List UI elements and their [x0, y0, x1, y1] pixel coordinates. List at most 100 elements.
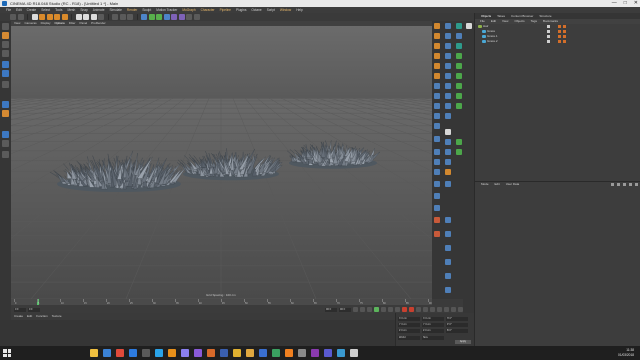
palette-hair-comb-icon[interactable] [456, 73, 462, 79]
next-key-icon[interactable] [388, 307, 393, 312]
palette-rotate-icon[interactable] [456, 33, 462, 39]
folder-icon[interactable] [246, 349, 254, 357]
palette-polygon-pen-icon[interactable] [434, 113, 440, 119]
autokeying-icon[interactable] [409, 307, 414, 312]
palette-smooth-brush-icon[interactable] [434, 193, 440, 199]
palette-select-all-icon[interactable] [434, 123, 440, 129]
palette-autokey-icon[interactable] [434, 231, 440, 237]
go-to-end-icon[interactable] [395, 307, 400, 312]
app-20-icon[interactable] [337, 349, 345, 357]
size-z-field[interactable]: Z 0 cm [422, 329, 444, 333]
tweak-mode-icon[interactable] [2, 110, 9, 117]
settings-icon[interactable] [298, 349, 306, 357]
live-selection-icon[interactable] [31, 14, 38, 20]
windows-start-icon[interactable] [3, 349, 11, 357]
premiere-icon[interactable] [194, 349, 202, 357]
palette-view-icon[interactable] [445, 23, 451, 29]
maximize-button[interactable]: □ [624, 0, 627, 7]
palette-undo-icon[interactable] [434, 23, 440, 29]
attribute-menu-mode[interactable]: Mode [481, 182, 489, 187]
palette-layers-icon[interactable] [456, 23, 462, 29]
light-icon[interactable] [193, 14, 200, 20]
palette-config-icon[interactable] [466, 23, 472, 29]
axis-mode-icon[interactable] [2, 101, 9, 108]
make-editable-icon[interactable] [2, 23, 9, 30]
file-explorer-icon[interactable] [90, 349, 98, 357]
vlc-icon[interactable] [285, 349, 293, 357]
position-z-field[interactable]: Z 0 cm [398, 329, 420, 333]
timeline-ruler[interactable]: 0 5 10 15 20 25 30 35 40 45 50 55 60 65 70 75 80 85 90 [11, 299, 432, 305]
palette-paint-icon[interactable] [445, 169, 451, 175]
edges-mode-icon[interactable] [2, 70, 9, 77]
tag-icon[interactable] [558, 30, 561, 33]
palette-bridge-icon[interactable] [445, 53, 451, 59]
material-manager[interactable] [0, 320, 395, 346]
store-icon[interactable] [142, 349, 150, 357]
palette-hair-cut-icon[interactable] [456, 93, 462, 99]
music-icon[interactable] [233, 349, 241, 357]
visibility-toggle-icon[interactable] [547, 30, 550, 33]
palette-align-icon[interactable] [445, 139, 451, 145]
close-button[interactable]: ✕ [634, 0, 638, 7]
snapping-icon[interactable] [2, 131, 9, 138]
visibility-toggle-icon[interactable] [547, 40, 550, 43]
palette-script-icon[interactable] [445, 287, 451, 293]
minimize-button[interactable]: — [612, 0, 617, 7]
palette-brush-icon[interactable] [456, 53, 462, 59]
deformer-icon[interactable] [171, 14, 177, 20]
move-tool-icon[interactable] [39, 14, 45, 20]
subdivision-surface-icon[interactable] [148, 14, 155, 20]
workplane-icon[interactable] [2, 140, 9, 147]
rotation-b-field[interactable]: B 0° [446, 329, 468, 333]
palette-optimize-icon[interactable] [445, 103, 451, 109]
app-21-icon[interactable] [350, 349, 358, 357]
rotation-h-field[interactable]: H 0° [446, 317, 468, 321]
camera-icon[interactable] [186, 14, 192, 20]
object-name[interactable]: Grass.1 [487, 34, 498, 38]
palette-hair-curl-icon[interactable] [456, 139, 462, 145]
mail-icon[interactable] [129, 349, 137, 357]
palette-bevel-icon[interactable] [456, 43, 462, 49]
position-key-icon[interactable] [423, 307, 428, 312]
back-arrow-icon[interactable] [611, 183, 614, 186]
palette-hair-brush-icon[interactable] [456, 83, 462, 89]
palette-triangulate-icon[interactable] [445, 159, 451, 165]
object-name[interactable]: Grass [487, 29, 495, 33]
start-frame-field[interactable]: 0 F [14, 307, 26, 312]
tag-icon[interactable] [558, 35, 561, 38]
object-name[interactable]: Grass.2 [487, 39, 498, 43]
palette-hair-straighten-icon[interactable] [456, 149, 462, 155]
coordinate-system-icon[interactable] [98, 14, 104, 20]
current-frame-field[interactable]: 0 F [28, 307, 40, 312]
palette-dissolve-icon[interactable] [445, 113, 451, 119]
teams-icon[interactable] [324, 349, 332, 357]
tag-icon[interactable] [563, 40, 566, 43]
polygons-mode-icon[interactable] [2, 81, 9, 88]
palette-stitch-icon[interactable] [445, 83, 451, 89]
palette-hair-grow-icon[interactable] [456, 103, 462, 109]
array-icon[interactable] [156, 14, 162, 20]
timeline-menu-icon[interactable] [458, 307, 463, 312]
model-mode-icon[interactable] [2, 32, 9, 39]
tag-icon[interactable] [558, 25, 561, 28]
max-frame-field[interactable]: 90 F [339, 307, 351, 312]
visibility-toggle-icon[interactable] [547, 35, 550, 38]
photoshop-icon[interactable] [155, 349, 163, 357]
render-settings-icon[interactable] [127, 14, 133, 20]
cube-icon[interactable] [141, 14, 147, 20]
scale-key-icon[interactable] [430, 307, 435, 312]
size-y-field[interactable]: Y 0 cm [422, 323, 444, 327]
palette-motion-icon[interactable] [445, 259, 451, 265]
browser-icon[interactable] [103, 349, 111, 357]
position-y-field[interactable]: Y 0 cm [398, 323, 420, 327]
palette-scale-icon[interactable] [445, 33, 451, 39]
material-menu-create[interactable]: Create [14, 313, 23, 320]
chrome-icon[interactable] [116, 349, 124, 357]
record-keys-icon[interactable] [402, 307, 407, 312]
texture-mode-icon[interactable] [2, 41, 9, 48]
coord-mode-select[interactable]: World [398, 336, 420, 340]
position-x-field[interactable]: X 0 cm [398, 317, 420, 321]
y-axis-icon[interactable] [83, 14, 89, 20]
palette-close-hole-icon[interactable] [434, 149, 440, 155]
end-frame-field[interactable]: 90 F [325, 307, 337, 312]
